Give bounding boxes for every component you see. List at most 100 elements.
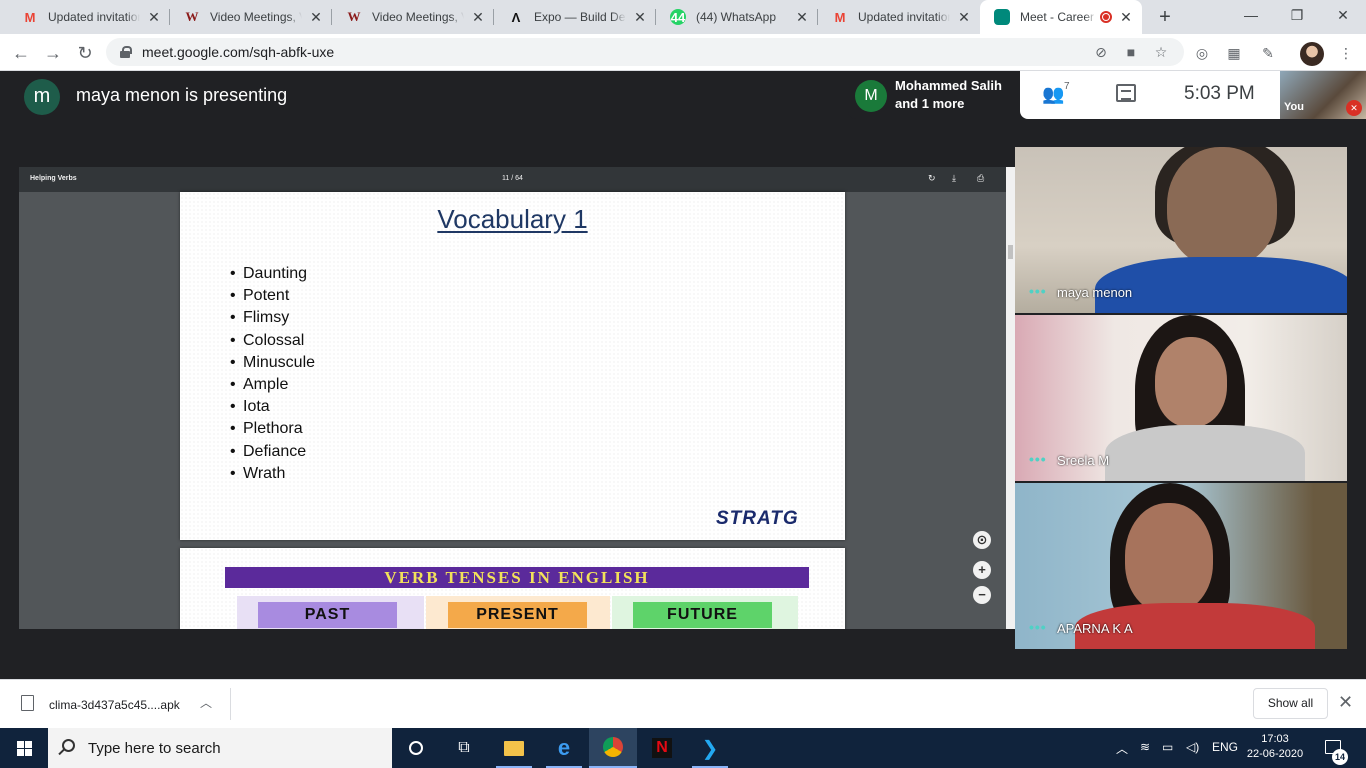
- audio-dots-icon: •••: [1029, 451, 1047, 467]
- meet-top-panel: 👥 7 5:03 PM: [1020, 71, 1280, 119]
- pdf-title: Helping Verbs: [30, 175, 77, 182]
- reload-button[interactable]: ↻: [72, 40, 98, 66]
- url-text[interactable]: meet.google.com/sqh-abfk-uxe: [142, 44, 334, 60]
- chat-icon[interactable]: [1116, 84, 1136, 102]
- extension-icon[interactable]: ◎: [1192, 43, 1212, 63]
- chevron-up-icon[interactable]: ︿: [200, 694, 212, 711]
- close-icon[interactable]: ✕: [308, 9, 324, 25]
- notification-count: 14: [1332, 749, 1348, 765]
- windows-start-button[interactable]: [0, 728, 48, 768]
- vscode-icon[interactable]: ❯: [686, 728, 734, 768]
- zoom-out-button[interactable]: −: [973, 586, 991, 604]
- close-icon[interactable]: ✕: [1338, 692, 1353, 713]
- minimize-button[interactable]: —: [1228, 0, 1274, 30]
- participant-tile[interactable]: ••• maya menon: [1015, 147, 1347, 313]
- zoom-in-button[interactable]: +: [973, 561, 991, 579]
- menu-icon[interactable]: ⋮: [1336, 43, 1356, 63]
- camera-blocked-icon[interactable]: ⊘: [1092, 43, 1110, 61]
- forward-button[interactable]: →: [40, 40, 66, 66]
- maximize-button[interactable]: ❐: [1274, 0, 1320, 30]
- list-item: Minuscule: [230, 352, 315, 374]
- extension-icon[interactable]: ✎: [1258, 43, 1278, 63]
- clock-date: 22-06-2020: [1246, 748, 1304, 760]
- volume-icon[interactable]: ◁): [1186, 740, 1199, 754]
- close-icon[interactable]: ✕: [470, 9, 486, 25]
- participant-tile[interactable]: ••• Sreela M: [1015, 315, 1347, 481]
- close-icon[interactable]: ✕: [146, 9, 162, 25]
- address-bar[interactable]: meet.google.com/sqh-abfk-uxe ⊘ ■ ☆: [106, 38, 1184, 66]
- tab-title: Video Meetings, Video: [210, 10, 302, 24]
- fit-page-button[interactable]: ⊙: [973, 531, 991, 549]
- pdf-page-indicator: 11 / 64: [502, 175, 523, 182]
- netflix-icon[interactable]: N: [638, 728, 686, 768]
- tab-expo[interactable]: Λ Expo — Build Details ✕: [494, 0, 656, 34]
- close-icon[interactable]: ✕: [632, 9, 648, 25]
- close-icon[interactable]: ✕: [794, 9, 810, 25]
- taskbar-search[interactable]: Type here to search: [48, 728, 392, 768]
- wifi-icon[interactable]: ≋: [1140, 740, 1150, 754]
- cortana-icon[interactable]: [392, 728, 440, 768]
- list-item: Defiance: [230, 441, 315, 463]
- tab-title: (44) WhatsApp: [696, 10, 777, 24]
- close-icon[interactable]: ✕: [1118, 9, 1134, 25]
- recording-icon: [1100, 11, 1112, 23]
- download-file-name[interactable]: clima-3d437a5c45....apk: [49, 698, 180, 712]
- tense-past: PAST: [258, 602, 397, 628]
- participant-name: APARNA K A: [1057, 621, 1133, 636]
- tab-title: Expo — Build Details: [534, 10, 626, 24]
- tab-title: Meet - Career: [1020, 10, 1095, 24]
- edge-icon[interactable]: e: [540, 728, 588, 768]
- task-view-icon[interactable]: ⧉: [440, 728, 488, 768]
- file-explorer-icon[interactable]: [490, 728, 538, 768]
- self-view-tile[interactable]: You ✕: [1280, 71, 1366, 119]
- bookmark-star-icon[interactable]: ☆: [1152, 43, 1170, 61]
- close-icon[interactable]: ✕: [956, 9, 972, 25]
- meeting-clock: 5:03 PM: [1184, 83, 1255, 104]
- lock-icon[interactable]: [120, 46, 132, 58]
- list-item: Potent: [230, 285, 315, 307]
- search-icon: [62, 739, 75, 752]
- audio-dots-icon: •••: [1029, 283, 1047, 299]
- w-icon: W: [185, 9, 199, 24]
- tab-video-meetings-1[interactable]: W Video Meetings, Video ✕: [170, 0, 332, 34]
- extension-icon[interactable]: ▦: [1224, 43, 1244, 63]
- list-item: Flimsy: [230, 307, 315, 329]
- rotate-icon[interactable]: ↻: [928, 173, 936, 184]
- list-item: Colossal: [230, 330, 315, 352]
- windows-taskbar: Type here to search ⧉ e N ❯ ︿ ≋ ▭ ◁) ENG…: [0, 728, 1366, 768]
- tab-video-meetings-2[interactable]: W Video Meetings, Video ✕: [332, 0, 494, 34]
- tab-gmail-2[interactable]: M Updated invitation ✕: [818, 0, 980, 34]
- chrome-icon[interactable]: [589, 728, 637, 768]
- video-camera-icon[interactable]: ■: [1122, 43, 1140, 61]
- self-label: You: [1284, 101, 1304, 113]
- close-window-button[interactable]: ✕: [1320, 0, 1366, 30]
- language-indicator[interactable]: ENG: [1212, 740, 1238, 754]
- tab-title: Video Meetings, Video: [372, 10, 464, 24]
- mic-off-icon: ✕: [1346, 100, 1362, 116]
- profile-avatar[interactable]: [1300, 42, 1324, 66]
- people-icon[interactable]: 👥: [1042, 84, 1064, 105]
- joined-name: Mohammed Salih: [895, 78, 1002, 93]
- clock-time: 17:03: [1261, 733, 1289, 745]
- show-all-button[interactable]: Show all: [1253, 688, 1328, 719]
- tab-strip: M Updated invitation ✕ W Video Meetings,…: [0, 0, 1366, 34]
- system-clock[interactable]: 17:03 22-06-2020: [1244, 732, 1306, 762]
- participant-tile[interactable]: ••• APARNA K A: [1015, 483, 1347, 649]
- tab-whatsapp[interactable]: 44 (44) WhatsApp ✕: [656, 0, 818, 34]
- new-tab-button[interactable]: +: [1154, 6, 1176, 28]
- tense-future: FUTURE: [633, 602, 772, 628]
- stratg-logo: STRATG: [716, 508, 799, 529]
- chevron-up-icon[interactable]: ︿: [1116, 740, 1128, 757]
- tab-gmail-1[interactable]: M Updated invitation ✕: [8, 0, 170, 34]
- print-icon[interactable]: ⎙: [977, 173, 984, 184]
- tab-meet[interactable]: Meet - Career ✕: [980, 0, 1142, 34]
- download-icon[interactable]: ⤓: [952, 173, 956, 184]
- participant-name: Sreela M: [1057, 453, 1110, 468]
- back-button[interactable]: ←: [8, 40, 34, 66]
- expo-icon: Λ: [511, 9, 521, 25]
- meet-stage: m maya menon is presenting M Mohammed Sa…: [0, 71, 1366, 679]
- pdf-scrollbar[interactable]: [1006, 167, 1015, 629]
- battery-icon[interactable]: ▭: [1162, 740, 1173, 754]
- slide-title: Vocabulary 1: [437, 204, 588, 234]
- browser-toolbar: ← → ↻ meet.google.com/sqh-abfk-uxe ⊘ ■ ☆…: [0, 34, 1366, 71]
